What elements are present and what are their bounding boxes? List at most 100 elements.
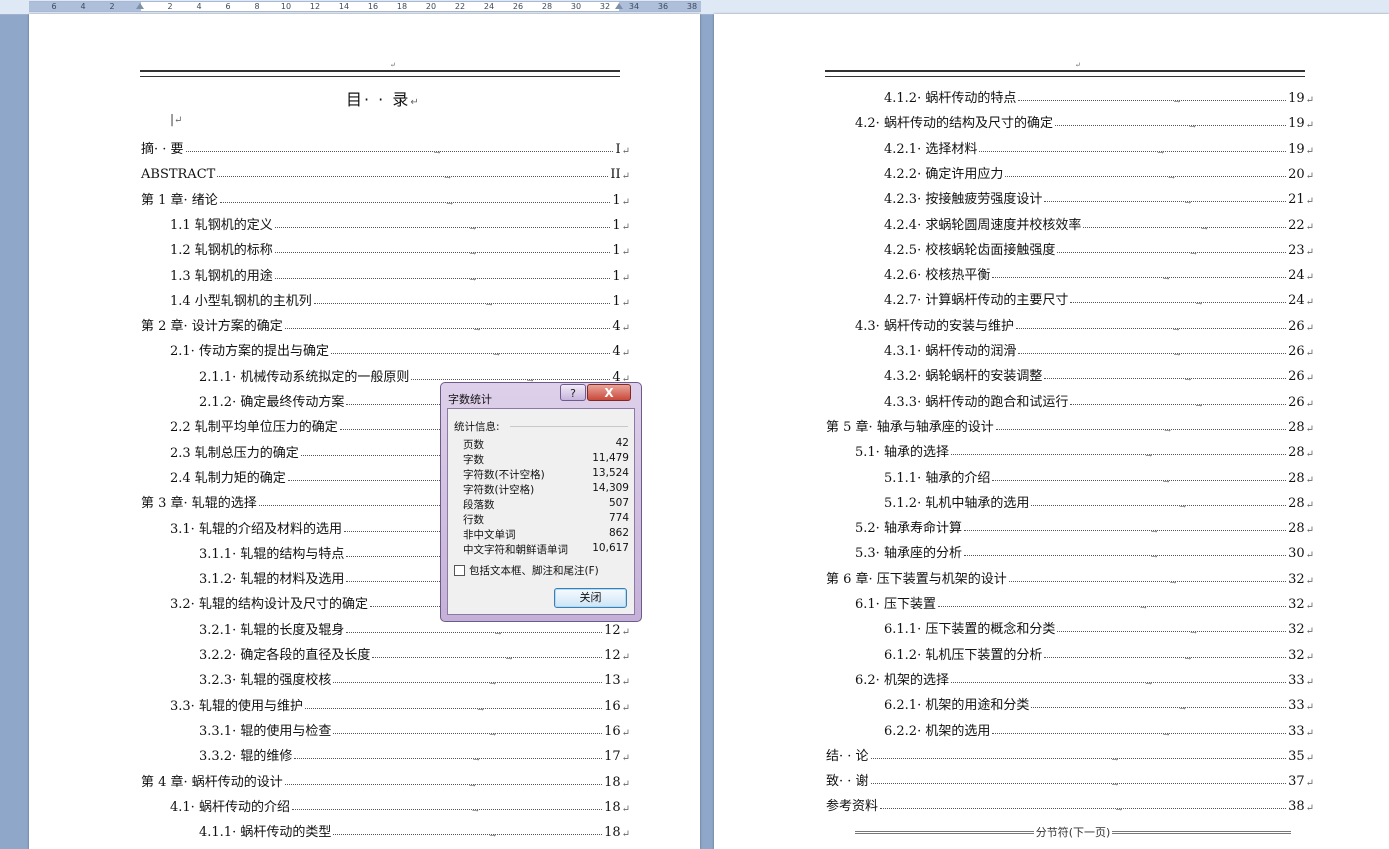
ruler-tick: 30 [570, 2, 582, 11]
ruler-tick: 36 [657, 2, 669, 11]
toc-entry[interactable]: 3.3· 轧辊的使用与维护 16↵ [170, 694, 630, 714]
stat-label: 段落数 [463, 499, 495, 511]
toc-page-number: I [615, 142, 621, 157]
close-x-button[interactable]: X [587, 384, 631, 401]
toc-entry[interactable]: 3.2.2· 确定各段的直径及长度 12↵ [199, 643, 630, 663]
toc-entry[interactable]: 6.2· 机架的选择 33↵ [855, 668, 1314, 688]
toc-entry[interactable]: 4.1.2· 蜗杆传动的特点 19↵ [884, 86, 1314, 106]
toc-entry[interactable]: 第 6 章· 压下装置与机架的设计 32↵ [826, 567, 1314, 587]
toc-entry[interactable]: 1.4 小型轧钢机的主机列 1↵ [170, 289, 630, 309]
toc-entry[interactable]: 4.3.1· 蜗杆传动的润滑 26↵ [884, 339, 1314, 359]
paragraph-mark: ↵ [1305, 272, 1314, 284]
toc-entry[interactable]: 3.3.1· 辊的使用与检查 16↵ [199, 719, 630, 739]
toc-entry-title: 6.2· 机架的选择 [855, 672, 949, 688]
toc-page-number: 20 [1288, 166, 1305, 182]
tab-leader [1015, 325, 1287, 334]
toc-entry[interactable]: 4.2.5· 校核蜗轮齿面接触强度 23↵ [884, 238, 1314, 258]
text-cursor-paragraph-mark[interactable]: |↵ [170, 112, 182, 126]
tab-leader [372, 654, 603, 663]
paragraph-mark: ↵ [1305, 575, 1314, 587]
stat-row: 字数 11,479 [463, 452, 629, 467]
toc-page-number: 28 [1288, 445, 1305, 461]
toc-entry[interactable]: 1.1 轧钢机的定义 1↵ [170, 213, 630, 233]
toc-entry-title: 2.1.1· 机械传动系统拟定的一般原则 [199, 369, 410, 385]
paragraph-mark: ↵ [621, 778, 630, 790]
toc-entry[interactable]: 第 5 章· 轴承与轴承座的设计 28↵ [826, 415, 1314, 435]
paragraph-mark: ↵ [1305, 727, 1314, 739]
help-button[interactable]: ? [560, 384, 586, 401]
left-indent-marker[interactable] [136, 3, 144, 9]
toc-entry[interactable]: 4.1.1· 蜗杆传动的类型 18↵ [199, 820, 630, 840]
toc-page-number: 28 [1288, 495, 1305, 511]
stat-value: 507 [608, 497, 629, 509]
stat-label: 字符数(不计空格) [463, 469, 545, 481]
paragraph-mark: ↵ [1305, 651, 1314, 663]
tab-leader [1044, 654, 1287, 663]
toc-entry[interactable]: 3.2.3· 轧辊的强度校核 13↵ [199, 668, 630, 688]
toc-entry[interactable]: 第 4 章· 蜗杆传动的设计 18↵ [141, 770, 630, 790]
ruler-tick: 32 [599, 2, 611, 11]
paragraph-mark: ↵ [621, 323, 630, 335]
toc-entry[interactable]: 4.2.7· 计算蜗杆传动的主要尺寸 24↵ [884, 288, 1314, 308]
tab-leader [274, 249, 611, 258]
toc-entry-title: 4.2· 蜗杆传动的结构及尺寸的确定 [855, 116, 1053, 132]
toc-entry[interactable]: 4.2.6· 校核热平衡 24↵ [884, 263, 1314, 283]
toc-entry[interactable]: 1.3 轧钢机的用途 1↵ [170, 264, 630, 284]
toc-entry[interactable]: 4.2.4· 求蜗轮圆周速度并校核效率 22↵ [884, 213, 1314, 233]
close-button[interactable]: 关闭 [554, 588, 627, 608]
toc-entry[interactable]: 5.3· 轴承座的分析 30↵ [855, 541, 1314, 561]
toc-entry[interactable]: 3.3.2· 辊的维修 17↵ [199, 744, 630, 764]
toc-entry[interactable]: 6.2.2· 机架的选用 33↵ [884, 719, 1314, 739]
toc-entry[interactable]: 5.1· 轴承的选择 28↵ [855, 440, 1314, 460]
include-textboxes-checkbox[interactable] [454, 565, 465, 576]
toc-entry[interactable]: 4.3.3· 蜗杆传动的跑合和试运行 26↵ [884, 390, 1314, 410]
paragraph-mark: ↵ [621, 677, 630, 689]
header-rule-left [140, 70, 620, 77]
right-indent-marker[interactable] [615, 3, 623, 9]
ruler-tick: 26 [512, 2, 524, 11]
include-textboxes-option[interactable]: 包括文本框、脚注和尾注(F) [454, 563, 599, 578]
toc-entry[interactable]: 6.2.1· 机架的用途和分类 33↵ [884, 693, 1314, 713]
toc-entry[interactable]: 6.1.2· 轧机压下装置的分析 32↵ [884, 643, 1314, 663]
toc-entry[interactable]: 1.2 轧钢机的标称 1↵ [170, 238, 630, 258]
toc-entry-title: 第 3 章· 轧辊的选择 [141, 496, 257, 512]
toc-entry[interactable]: 6.1· 压下装置 32↵ [855, 592, 1314, 612]
toc-entry[interactable]: 第 2 章· 设计方案的确定 4↵ [141, 314, 630, 334]
toc-entry[interactable]: 摘· · 要 I↵ [141, 137, 630, 157]
toc-entry[interactable]: 4.2.2· 确定许用应力 20↵ [884, 162, 1314, 182]
toc-entry[interactable]: 结· · 论 35↵ [826, 744, 1314, 764]
toc-page-number: 37 [1288, 774, 1305, 790]
tab-leader [950, 451, 1287, 460]
paragraph-mark: ↵ [1305, 626, 1314, 638]
tab-leader [1054, 122, 1287, 131]
tab-leader [411, 376, 611, 385]
toc-entry[interactable]: ABSTRACT II↵ [141, 162, 630, 182]
toc-entry[interactable]: 4.1· 蜗杆传动的介绍 18↵ [170, 795, 630, 815]
toc-entry[interactable]: 4.2· 蜗杆传动的结构及尺寸的确定 19↵ [855, 111, 1314, 131]
toc-entry[interactable]: 5.2· 轴承寿命计算 28↵ [855, 516, 1314, 536]
toc-page-number: 26 [1288, 394, 1305, 410]
toc-entry-title: 2.1· 传动方案的提出与确定 [170, 344, 329, 360]
toc-page-number: 26 [1288, 344, 1305, 359]
toc-entry[interactable]: 5.1.2· 轧机中轴承的选用 28↵ [884, 491, 1314, 511]
toc-entry[interactable]: 4.3.2· 蜗轮蜗杆的安装调整 26↵ [884, 364, 1314, 384]
toc-entry[interactable]: 5.1.1· 轴承的介绍 28↵ [884, 466, 1314, 486]
ruler-tick: 2 [109, 2, 115, 11]
toc-page-number: 33 [1288, 723, 1305, 739]
stat-row: 字符数(不计空格) 13,524 [463, 467, 629, 482]
toc-entry[interactable]: 致· · 谢 37↵ [826, 769, 1314, 789]
toc-entry[interactable]: 4.2.1· 选择材料 19↵ [884, 137, 1314, 157]
paragraph-mark: ↵ [621, 753, 630, 765]
toc-entry[interactable]: 6.1.1· 压下装置的概念和分类 32↵ [884, 617, 1314, 637]
horizontal-ruler[interactable]: 6 4 2 2 4 6 8 10 12 14 16 18 20 22 24 26 28 30 32 34 36 38 [0, 0, 1389, 15]
toc-page-number: 28 [1288, 470, 1305, 486]
toc-entry[interactable]: 4.2.3· 按接触疲劳强度设计 21↵ [884, 187, 1314, 207]
toc-entry[interactable]: 2.1· 传动方案的提出与确定 4↵ [170, 339, 630, 359]
section-break: 分节符(下一页) [855, 824, 1291, 840]
toc-page-number: 4 [612, 319, 621, 335]
stat-row: 字符数(计空格) 14,309 [463, 482, 629, 497]
toc-entry[interactable]: 参考资料 38↵ [826, 794, 1314, 814]
toc-entry[interactable]: 第 1 章· 绪论 1↵ [141, 188, 630, 208]
toc-entry[interactable]: 4.3· 蜗杆传动的安装与维护 26↵ [855, 314, 1314, 334]
toc-entry-title: 第 6 章· 压下装置与机架的设计 [826, 571, 1007, 587]
